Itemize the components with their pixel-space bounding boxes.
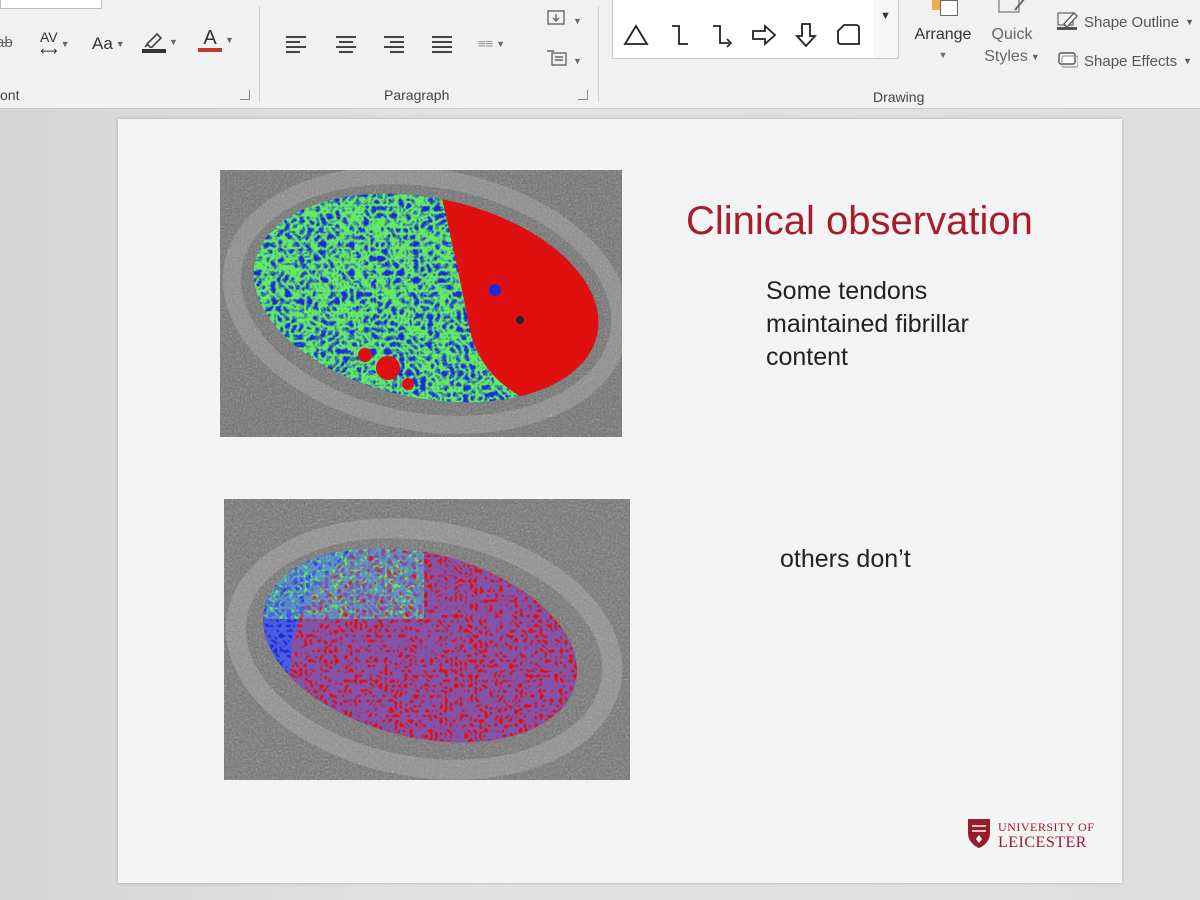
elbow-connector-icon[interactable] bbox=[667, 22, 693, 48]
arrange-icon bbox=[930, 0, 958, 16]
paragraph-dialog-launcher[interactable] bbox=[578, 90, 588, 100]
font-group: ab AV ⟷ ▼ Aa ▼ ▼ A ▼ ont bbox=[0, 0, 258, 106]
shape-effects-button[interactable]: Shape Effects ▼ bbox=[1056, 50, 1192, 72]
text-line: content bbox=[766, 343, 849, 371]
chevron-down-icon: ▼ bbox=[60, 39, 70, 49]
chevron-down-icon: ▼ bbox=[1030, 52, 1040, 62]
chevron-down-icon: ▼ bbox=[880, 10, 891, 22]
strikethrough-button[interactable]: ab bbox=[0, 34, 13, 51]
down-arrow-icon[interactable] bbox=[793, 22, 819, 48]
highlight-color-button[interactable]: ▼ bbox=[142, 30, 178, 53]
ultrasound-image-2[interactable] bbox=[224, 499, 630, 780]
align-text-button[interactable]: ▼ bbox=[544, 48, 582, 73]
text-direction-button[interactable]: ▼ bbox=[544, 8, 582, 33]
snip-rectangle-icon[interactable] bbox=[835, 22, 861, 48]
chevron-down-icon: ▼ bbox=[225, 35, 234, 45]
slide-canvas: Clinical observation Some tendons mainta… bbox=[0, 109, 1200, 900]
chevron-down-icon: ▼ bbox=[115, 39, 125, 49]
shape-effects-icon bbox=[1056, 50, 1079, 72]
triangle-icon[interactable] bbox=[623, 22, 649, 48]
align-text-icon bbox=[544, 48, 570, 73]
highlighter-icon bbox=[142, 30, 166, 53]
character-spacing-icon: AV ⟷ bbox=[40, 29, 58, 58]
slide[interactable]: Clinical observation Some tendons mainta… bbox=[118, 119, 1122, 883]
chevron-down-icon: ▼ bbox=[169, 36, 178, 47]
align-left-button[interactable] bbox=[286, 36, 306, 53]
ultrasound-image-2-graphic bbox=[224, 499, 630, 780]
quick-styles-icon bbox=[997, 0, 1027, 16]
ultrasound-image-1[interactable] bbox=[220, 170, 622, 437]
logo-text-line-2: LEICESTER bbox=[998, 833, 1087, 851]
pencil-outline-icon bbox=[1056, 10, 1078, 34]
justify-button[interactable] bbox=[432, 36, 452, 53]
columns-button[interactable]: ≡≡ ▼ bbox=[478, 36, 505, 51]
university-shield-icon bbox=[966, 817, 992, 854]
university-logo: UNIVERSITY OF LEICESTER bbox=[966, 817, 1094, 854]
character-spacing-button[interactable]: AV ⟷ ▼ bbox=[40, 30, 70, 58]
chevron-down-icon: ▼ bbox=[1185, 17, 1194, 27]
chevron-down-icon: ▼ bbox=[1183, 56, 1193, 66]
align-center-button[interactable] bbox=[336, 36, 356, 53]
drawing-group-label: Drawing bbox=[873, 89, 925, 105]
change-case-button[interactable]: Aa ▼ bbox=[92, 34, 125, 54]
arrange-button[interactable]: Arrange ▼ bbox=[908, 0, 978, 66]
text-line: Some tendons bbox=[766, 277, 928, 305]
font-dialog-launcher[interactable] bbox=[240, 90, 250, 100]
font-group-label: ont bbox=[0, 87, 20, 103]
text-direction-icon bbox=[544, 8, 570, 33]
shapes-gallery-more-button[interactable]: ▼ bbox=[874, 0, 899, 59]
paragraph-group: ≡≡ ▼ ▼ ▼ Paragraph bbox=[260, 0, 598, 106]
ribbon-separator bbox=[598, 6, 599, 102]
align-right-button[interactable] bbox=[384, 36, 404, 53]
shapes-gallery[interactable] bbox=[612, 0, 876, 59]
chevron-down-icon: ▼ bbox=[573, 15, 582, 26]
quick-styles-button[interactable]: Quick Styles ▼ bbox=[978, 0, 1046, 68]
font-color-button[interactable]: A ▼ bbox=[198, 28, 234, 52]
slide-text-others[interactable]: others don’t bbox=[780, 543, 911, 576]
right-arrow-icon[interactable] bbox=[751, 22, 777, 48]
text-line: maintained fibrillar bbox=[766, 310, 969, 338]
ribbon: ab AV ⟷ ▼ Aa ▼ ▼ A ▼ ont ≡≡ ▼ ▼ ▼ Paragr… bbox=[0, 0, 1200, 109]
slide-title[interactable]: Clinical observation bbox=[686, 199, 1033, 244]
chevron-down-icon: ▼ bbox=[496, 38, 506, 49]
chevron-down-icon: ▼ bbox=[938, 50, 948, 60]
chevron-down-icon: ▼ bbox=[573, 55, 582, 66]
paragraph-group-label: Paragraph bbox=[384, 87, 450, 103]
elbow-arrow-connector-icon[interactable] bbox=[709, 22, 735, 48]
slide-text-tendons[interactable]: Some tendons maintained fibrillar conten… bbox=[766, 275, 969, 374]
ultrasound-image-1-graphic bbox=[220, 170, 622, 437]
logo-text-line-1: UNIVERSITY OF bbox=[998, 819, 1095, 834]
columns-icon: ≡≡ bbox=[478, 36, 494, 51]
font-color-icon: A bbox=[198, 28, 222, 52]
shape-outline-button[interactable]: Shape Outline ▼ bbox=[1056, 10, 1194, 34]
